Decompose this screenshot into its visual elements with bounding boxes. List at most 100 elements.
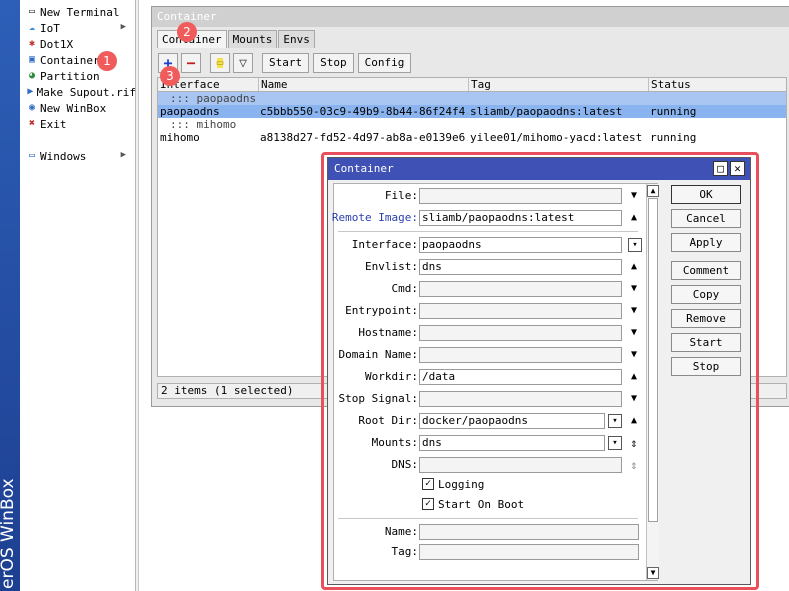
logging-checkbox[interactable]: ✓ [422, 478, 434, 490]
list-window-title[interactable]: Container [152, 7, 789, 27]
chevron-up-icon[interactable]: ▲ [627, 414, 641, 428]
comment-button[interactable]: ▭ [210, 53, 230, 73]
logging-checkbox-row[interactable]: ✓ Logging [422, 477, 484, 491]
chevron-down-icon[interactable]: ▼ [627, 392, 641, 406]
dialog-titlebar[interactable]: Container □ ✕ [328, 158, 750, 180]
start-on-boot-checkbox[interactable]: ✓ [422, 498, 434, 510]
table-row[interactable]: mihomo a8138d27-fd52-4d97-ab8a-e0139e6..… [158, 131, 786, 144]
cell-name: a8138d27-fd52-4d97-ab8a-e0139e6... [260, 131, 468, 144]
column-header-tag[interactable]: Tag [468, 78, 648, 91]
column-header-name[interactable]: Name [258, 78, 468, 91]
menu-item-label: Windows [40, 149, 87, 163]
cell-tag: sliamb/paopaodns:latest [470, 105, 623, 118]
menu-item-dot1x[interactable]: ✱ Dot1X [20, 36, 136, 52]
field-label: Envlist: [365, 260, 418, 273]
menu-item-partition[interactable]: ◕ Partition [20, 68, 136, 84]
chevron-up-icon[interactable]: ▲ [627, 370, 641, 384]
add-remove-icon[interactable]: ⇕ [627, 436, 641, 450]
table-row-comment[interactable]: ::: paopaodns [158, 92, 786, 105]
table-row-comment[interactable]: ::: mihomo [158, 118, 786, 131]
dropdown-icon[interactable]: ▾ [608, 414, 622, 428]
menu-item-make-supout[interactable]: ▶ Make Supout.rif [20, 84, 136, 100]
chevron-down-icon[interactable]: ▼ [627, 189, 641, 203]
dropdown-icon[interactable]: ▾ [628, 238, 642, 252]
add-remove-icon[interactable]: ⇕ [627, 458, 641, 472]
table-row[interactable]: paopaodns c5bbb550-03c9-49b9-8b44-86f24f… [158, 105, 786, 118]
scroll-down-icon[interactable]: ▼ [647, 567, 659, 579]
field-interface: Interface: paopaodns ▾ [334, 237, 644, 253]
tab-envs[interactable]: Envs [278, 30, 315, 48]
interface-select[interactable]: paopaodns [419, 237, 622, 253]
mounts-input[interactable]: dns [419, 435, 605, 451]
field-entrypoint: Entrypoint: ▼ [334, 303, 644, 319]
dropdown-icon[interactable]: ▾ [608, 436, 622, 450]
apply-button[interactable]: Apply [671, 233, 741, 252]
cmd-input[interactable] [419, 281, 622, 297]
field-label: Workdir: [365, 370, 418, 383]
step-badge-2: 2 [177, 22, 197, 42]
list-toolbar: + − ▭ ▽ Start Stop Config [158, 53, 415, 73]
filter-button[interactable]: ▽ [233, 53, 253, 73]
entrypoint-input[interactable] [419, 303, 622, 319]
envlist-input[interactable]: dns [419, 259, 622, 275]
row-comment-text: ::: mihomo [170, 118, 237, 131]
menu-item-iot[interactable]: ☁ IoT ▶ [20, 20, 136, 36]
menu-item-new-terminal[interactable]: ▭ New Terminal [20, 4, 136, 20]
stop-dialog-button[interactable]: Stop [671, 357, 741, 376]
field-cmd: Cmd: ▼ [334, 281, 644, 297]
chevron-down-icon[interactable]: ▼ [627, 326, 641, 340]
field-stop-signal: Stop Signal: ▼ [334, 391, 644, 407]
remote-image-input[interactable]: sliamb/paopaodns:latest [419, 210, 622, 226]
comment-dialog-button[interactable]: Comment [671, 261, 741, 280]
step-badge-1: 1 [97, 51, 117, 71]
root-dir-input[interactable]: docker/paopaodns [419, 413, 605, 429]
ok-button[interactable]: OK [671, 185, 741, 204]
chevron-up-icon[interactable]: ▲ [627, 260, 641, 274]
menu-item-container[interactable]: ▣ Container [20, 52, 136, 68]
chevron-down-icon[interactable]: ▼ [627, 348, 641, 362]
close-button[interactable]: ✕ [730, 161, 745, 176]
winbox-icon: ◉ [28, 102, 36, 113]
start-button[interactable]: Start [262, 53, 310, 73]
chevron-down-icon[interactable]: ▼ [627, 282, 641, 296]
cell-name: c5bbb550-03c9-49b9-8b44-86f24f4... [260, 105, 468, 118]
column-header-status[interactable]: Status [648, 78, 786, 91]
domain-name-input[interactable] [419, 347, 622, 363]
field-label: Mounts: [371, 436, 418, 449]
stop-button[interactable]: Stop [313, 53, 354, 73]
menu-item-exit[interactable]: ✖ Exit [20, 116, 136, 132]
menu-item-new-winbox[interactable]: ◉ New WinBox [20, 100, 136, 116]
menu-item-label: Dot1X [40, 37, 74, 51]
field-domain-name: Domain Name: ▼ [334, 347, 644, 363]
step-badge-3: 3 [160, 66, 180, 86]
restore-button[interactable]: □ [713, 161, 728, 176]
file-select[interactable] [419, 188, 622, 204]
dialog-scrollbar[interactable]: ▲ ▼ [646, 184, 659, 580]
field-label: Root Dir: [358, 414, 418, 427]
scroll-up-icon[interactable]: ▲ [647, 185, 659, 197]
start-dialog-button[interactable]: Start [671, 333, 741, 352]
chevron-down-icon[interactable]: ▼ [627, 304, 641, 318]
start-on-boot-checkbox-row[interactable]: ✓ Start On Boot [422, 497, 524, 511]
field-label[interactable]: Remote Image: [332, 210, 418, 226]
chevron-up-icon[interactable]: ▲ [627, 211, 641, 225]
remove-button[interactable]: − [181, 53, 201, 73]
scrollbar-thumb[interactable] [648, 198, 658, 522]
table-header: Interface Name Tag Status [158, 78, 786, 92]
field-label: Interface: [351, 238, 418, 251]
hostname-input[interactable] [419, 325, 622, 341]
field-workdir: Workdir: /data ▲ [334, 369, 644, 385]
menu-item-windows[interactable]: ▭ Windows ▶ [20, 148, 136, 164]
stop-signal-input[interactable] [419, 391, 622, 407]
menu-item-label: IoT [40, 21, 60, 35]
menu-splitter[interactable] [136, 0, 139, 591]
cancel-button[interactable]: Cancel [671, 209, 741, 228]
workdir-input[interactable]: /data [419, 369, 622, 385]
copy-button[interactable]: Copy [671, 285, 741, 304]
config-button[interactable]: Config [357, 53, 412, 73]
dns-input[interactable] [419, 457, 622, 473]
remove-dialog-button[interactable]: Remove [671, 309, 741, 328]
field-file: File: ▼ [334, 188, 644, 204]
tab-mounts[interactable]: Mounts [227, 30, 278, 48]
menu-item-label: Partition [40, 69, 100, 83]
